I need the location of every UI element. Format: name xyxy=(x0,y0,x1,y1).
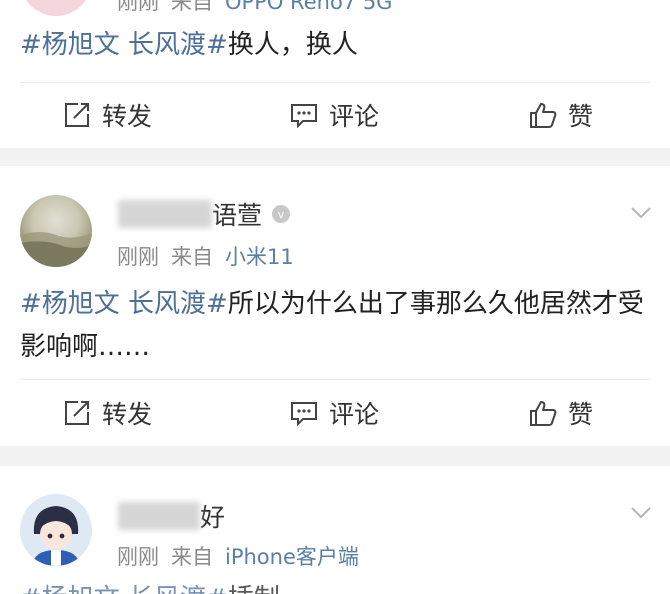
comment-button[interactable]: 评论 xyxy=(289,382,379,444)
username-text: 好 xyxy=(200,503,226,532)
username[interactable]: 好 xyxy=(118,498,225,534)
post-time: 刚刚 xyxy=(117,0,159,14)
post-from-label: 来自 xyxy=(171,545,213,569)
redacted-name xyxy=(118,502,200,530)
thumbs-up-icon xyxy=(530,103,557,128)
comment-button[interactable]: 评论 xyxy=(289,84,379,146)
hashtag-link[interactable]: #杨旭文 长风渡# xyxy=(20,584,228,594)
post-body: 换人，换人 xyxy=(227,30,358,60)
post-card: 好 刚刚来自 iPhone客户端 #杨旭文 长风渡#插制 xyxy=(0,466,670,594)
action-bar: 转发 评论 赞 xyxy=(0,84,670,146)
repost-label: 转发 xyxy=(102,400,153,429)
post-meta: 刚刚 来自 iPhone客户端 xyxy=(117,541,359,571)
thumbs-up-icon xyxy=(530,401,557,426)
comment-icon xyxy=(291,104,317,129)
post-card: 刚刚 来自 OPPO Reno7 5G #杨旭文 长风渡#换人，换人 转发 评论 赞 xyxy=(0,0,670,148)
username-text: 语萱 xyxy=(212,201,263,230)
post-meta: 刚刚 来自 小米11 xyxy=(117,241,294,271)
post-text: #杨旭文 长风渡#换人，换人 xyxy=(20,24,646,67)
svg-text:v: v xyxy=(278,208,285,221)
chevron-down-icon[interactable] xyxy=(630,206,652,220)
share-icon xyxy=(65,401,89,425)
avatar[interactable] xyxy=(20,494,92,566)
hashtag-link[interactable]: #杨旭文 长风渡# xyxy=(20,30,228,60)
action-bar: 转发 评论 赞 xyxy=(0,382,670,444)
divider xyxy=(20,82,650,83)
comment-icon xyxy=(291,402,317,427)
post-card: 语萱 v 刚刚 来自 小米11 #杨旭文 长风渡#所以为什么出了事那么久他居然才受影… xyxy=(0,166,670,446)
chevron-down-icon[interactable] xyxy=(630,506,652,520)
comment-label: 评论 xyxy=(329,400,380,429)
post-source[interactable]: iPhone客户端 xyxy=(225,545,359,569)
like-button[interactable]: 赞 xyxy=(528,84,593,146)
comment-label: 评论 xyxy=(329,102,380,131)
like-label: 赞 xyxy=(568,400,594,429)
repost-label: 转发 xyxy=(102,102,153,131)
post-text: #杨旭文 长风渡#所以为什么出了事那么久他居然才受影响啊…… xyxy=(20,283,646,369)
post-source[interactable]: OPPO Reno7 5G xyxy=(225,0,392,14)
share-icon xyxy=(65,103,89,127)
verified-badge-icon: v xyxy=(271,205,290,223)
post-body: 插制 xyxy=(228,584,280,594)
username[interactable]: 语萱 v xyxy=(118,196,292,232)
like-button[interactable]: 赞 xyxy=(528,382,593,444)
avatar-image xyxy=(32,506,80,566)
repost-button[interactable]: 转发 xyxy=(62,382,152,444)
avatar[interactable] xyxy=(20,0,92,16)
redacted-name xyxy=(118,200,212,228)
avatar[interactable] xyxy=(20,195,92,267)
divider xyxy=(20,379,650,380)
avatar-image xyxy=(20,232,92,267)
post-from-label: 来自 xyxy=(171,0,213,14)
hashtag-link[interactable]: #杨旭文 长风渡# xyxy=(20,289,228,319)
post-from-label: 来自 xyxy=(171,245,213,269)
like-label: 赞 xyxy=(568,102,594,131)
post-time: 刚刚 xyxy=(117,545,159,569)
repost-button[interactable]: 转发 xyxy=(62,84,152,146)
post-text: #杨旭文 长风渡#插制 xyxy=(20,578,646,594)
post-time: 刚刚 xyxy=(117,245,159,269)
post-source[interactable]: 小米11 xyxy=(225,245,294,269)
post-meta: 刚刚 来自 OPPO Reno7 5G xyxy=(117,0,392,16)
